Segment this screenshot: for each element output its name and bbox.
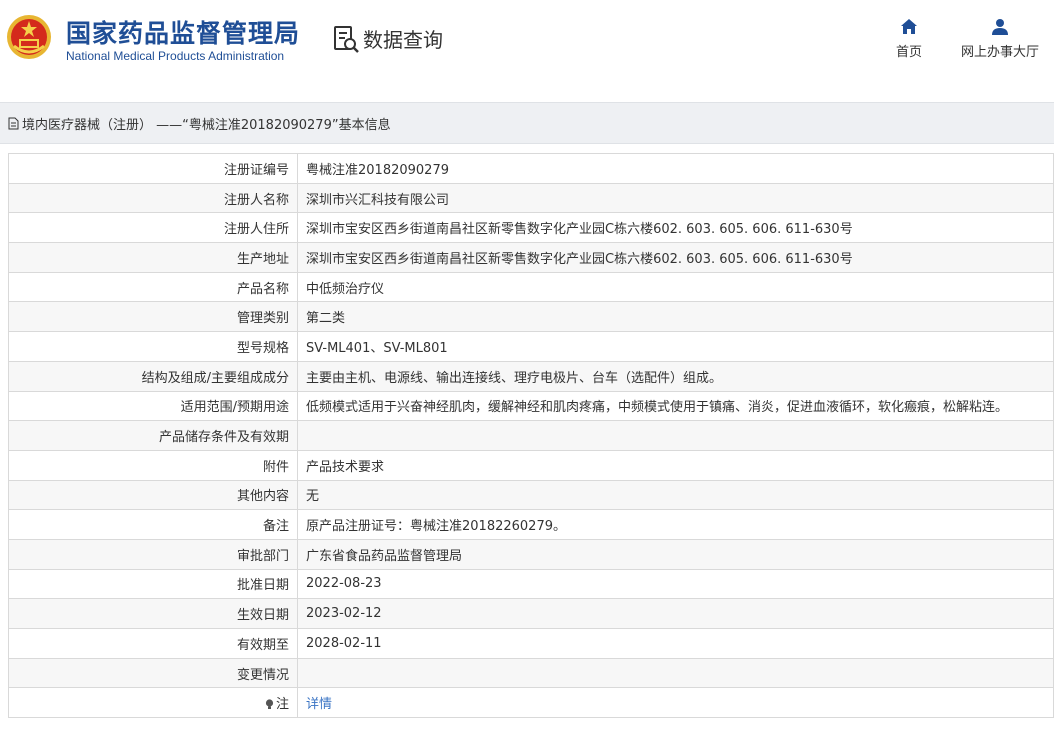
row-key: 附件 [8,449,298,481]
lightbulb-icon [265,699,274,710]
table-row: 注册证编号 粤械注准20182090279 [8,153,1054,184]
table-row: 适用范围/预期用途 低频模式适用于兴奋神经肌肉，缓解神经和肌肉疼痛，中频模式使用于… [8,390,1054,422]
table-row: 附件 产品技术要求 [8,449,1054,481]
site-header: 国家药品监督管理局 National Medical Products Admi… [0,0,1054,88]
table-row: 生产地址 深圳市宝安区西乡街道南昌社区新零售数字化产业园C栋六楼602. 603.… [8,242,1054,273]
table-row: 结构及组成/主要组成成分 主要由主机、电源线、输出连接线、理疗电极片、台车（选配件… [8,360,1054,392]
nav-home[interactable]: 首页 [893,18,925,60]
table-row: 注册人名称 深圳市兴汇科技有限公司 [8,182,1054,214]
row-value: 第二类 [297,301,1054,333]
row-value: 产品技术要求 [297,449,1054,481]
table-row: 产品名称 中低频治疗仪 [8,271,1054,303]
table-row: 变更情况 [8,657,1054,689]
row-value: 深圳市兴汇科技有限公司 [297,182,1054,214]
row-value: 2022-08-23 [297,568,1054,600]
row-key: 适用范围/预期用途 [8,390,298,422]
nav-online-service-hall[interactable]: 网上办事大厅 [958,18,1042,60]
table-row-note: 注 详情 [8,687,1054,719]
table-row: 备注 原产品注册证号：粤械注准20182260279。 [8,509,1054,540]
row-key: 注册人住所 [8,212,298,244]
national-emblem-icon [7,15,51,59]
row-key: 批准日期 [8,568,298,600]
row-key: 其他内容 [8,479,298,511]
row-key: 备注 [8,509,298,540]
row-key: 有效期至 [8,628,298,659]
data-query-title: 数据查询 [333,24,443,53]
row-key: 管理类别 [8,301,298,333]
row-value: 原产品注册证号：粤械注准20182260279。 [297,509,1054,540]
header-gap [0,88,1054,102]
table-row: 注册人住所 深圳市宝安区西乡街道南昌社区新零售数字化产业园C栋六楼602. 603… [8,212,1054,244]
detail-table: 注册证编号 粤械注准20182090279 注册人名称 深圳市兴汇科技有限公司 注册… [8,153,1054,719]
nav-home-label: 首页 [895,45,922,60]
row-key: 型号规格 [8,331,298,362]
row-key: 结构及组成/主要组成成分 [8,360,298,392]
org-name-cn: 国家药品监督管理局 [66,19,301,48]
search-document-icon [334,25,359,53]
table-row: 有效期至 2028-02-11 [8,628,1054,659]
row-value: 主要由主机、电源线、输出连接线、理疗电极片、台车（选配件）组成。 [297,360,1054,392]
table-row: 审批部门 广东省食品药品监督管理局 [8,538,1054,570]
row-value [297,657,1054,689]
row-value: 中低频治疗仪 [297,271,1054,303]
document-icon [8,117,19,129]
query-title-text: 数据查询 [363,28,443,52]
row-key: 生效日期 [8,598,298,629]
nav-hall-label: 网上办事大厅 [960,45,1039,60]
table-row: 产品储存条件及有效期 [8,420,1054,451]
table-row: 批准日期 2022-08-23 [8,568,1054,600]
row-value: 无 [297,479,1054,511]
row-value: 广东省食品药品监督管理局 [297,538,1054,570]
note-key: 注 [8,687,298,719]
table-row: 生效日期 2023-02-12 [8,598,1054,629]
row-key: 生产地址 [8,242,298,273]
row-value: 2028-02-11 [297,628,1054,659]
table-row: 其他内容无 [8,479,1054,511]
row-key: 变更情况 [8,657,298,689]
row-value [297,420,1054,451]
row-key: 审批部门 [8,538,298,570]
row-key: 产品储存条件及有效期 [8,420,298,451]
row-value: 粤械注准20182090279 [297,153,1054,184]
breadcrumb: 境内医疗器械（注册） ——“粤械注准20182090279”基本信息 [0,102,1054,144]
row-value: 低频模式适用于兴奋神经肌肉，缓解神经和肌肉疼痛，中频模式使用于镇痛、消炎，促进血… [297,390,1054,422]
row-key: 产品名称 [8,271,298,303]
user-icon [992,19,1008,35]
row-key: 注册人名称 [8,182,298,214]
details-link[interactable]: 详情 [306,697,332,712]
note-value: 详情 [297,687,1054,719]
home-icon [901,19,917,34]
table-row: 型号规格 SV-ML401、SV-ML801 [8,331,1054,362]
org-name-en: National Medical Products Administration [66,49,285,63]
row-key: 注册证编号 [8,153,298,184]
table-row: 管理类别 第二类 [8,301,1054,333]
row-value: SV-ML401、SV-ML801 [297,331,1054,362]
breadcrumb-text: 境内医疗器械（注册） ——“粤械注准20182090279”基本信息 [22,117,391,133]
note-key-label: 注 [275,697,289,713]
row-value: 深圳市宝安区西乡街道南昌社区新零售数字化产业园C栋六楼602. 603. 605… [297,212,1054,244]
row-value: 2023-02-12 [297,598,1054,629]
row-value: 深圳市宝安区西乡街道南昌社区新零售数字化产业园C栋六楼602. 603. 605… [297,242,1054,273]
